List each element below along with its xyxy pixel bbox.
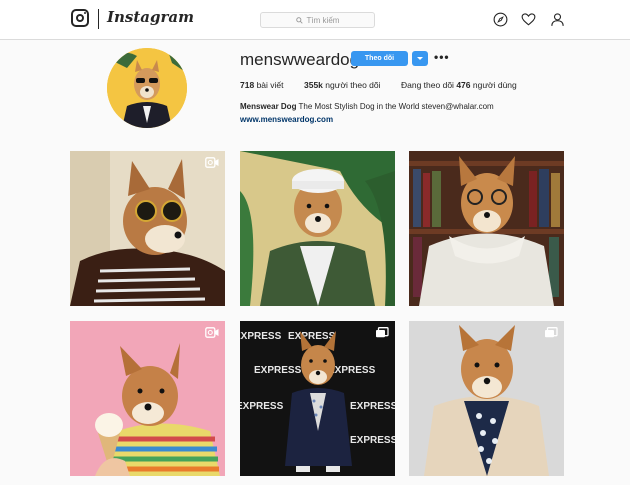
post-thumbnail[interactable] — [409, 151, 564, 306]
profile-bio: Menswear Dog The Most Stylish Dog in the… — [240, 102, 494, 111]
backdrop-text: EXPRESS — [240, 331, 282, 342]
backdrop-text: EXPRESS — [350, 401, 395, 412]
profile-avatar[interactable] — [107, 48, 187, 128]
instagram-wordmark[interactable]: Instagram — [107, 8, 194, 26]
bio-text: The Most Stylish Dog in the World steven… — [298, 102, 494, 111]
backdrop-text: EXPRESS — [240, 401, 284, 412]
logo-divider — [98, 9, 99, 29]
search-input[interactable]: Tìm kiếm — [260, 12, 375, 28]
profile-user-icon[interactable] — [550, 12, 565, 27]
post-thumbnail[interactable] — [70, 151, 225, 306]
backdrop-text: EXPRESS — [288, 331, 336, 342]
search-icon — [295, 16, 303, 24]
profile-website-link[interactable]: www.mensweardog.com — [240, 115, 333, 124]
carousel-icon — [375, 327, 389, 338]
posts-count: 718 — [240, 80, 255, 90]
more-options-button[interactable]: ••• — [434, 51, 450, 63]
search-placeholder: Tìm kiếm — [306, 15, 340, 25]
following-stat[interactable]: Đang theo dõi 476 người dùng — [401, 80, 517, 90]
posts-label: bài viết — [256, 80, 284, 90]
post-thumbnail[interactable]: EXPRESS EXPRESS EXPRESS EXPRESS EXPRESS … — [240, 321, 395, 476]
top-navigation-bar: Instagram Tìm kiếm — [0, 0, 630, 40]
heart-icon[interactable] — [521, 12, 536, 27]
following-label: người dùng — [472, 80, 517, 90]
following-count: 476 — [456, 80, 471, 90]
followers-label: người theo dõi — [325, 80, 381, 90]
followers-stat[interactable]: 355k người theo dõi — [304, 80, 381, 90]
post-thumbnail[interactable] — [70, 321, 225, 476]
following-prefix: Đang theo dõi — [401, 80, 454, 90]
instagram-camera-icon[interactable] — [71, 9, 89, 27]
backdrop-text: EXPRESS — [254, 365, 302, 376]
profile-username: menswweardog — [240, 50, 360, 69]
video-camera-icon — [205, 157, 219, 168]
posts-stat: 718 bài viết — [240, 80, 284, 90]
video-camera-icon — [205, 327, 219, 338]
backdrop-text: EXPRESS — [328, 365, 376, 376]
bio-full-name: Menswear Dog — [240, 102, 297, 111]
suggestions-dropdown-button[interactable] — [412, 51, 428, 66]
backdrop-text: EXPRESS — [350, 435, 395, 446]
carousel-icon — [544, 327, 558, 338]
followers-count: 355k — [304, 80, 323, 90]
post-thumbnail[interactable] — [240, 151, 395, 306]
explore-compass-icon[interactable] — [493, 12, 508, 27]
post-thumbnail[interactable] — [409, 321, 564, 476]
chevron-down-icon — [417, 57, 423, 60]
follow-button[interactable]: Theo dõi — [351, 51, 408, 66]
